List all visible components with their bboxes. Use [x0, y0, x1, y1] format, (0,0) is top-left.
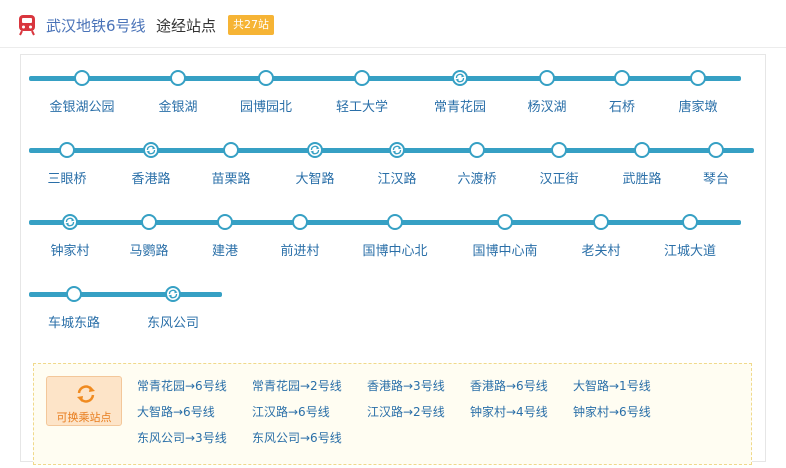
- line-title: 武汉地铁6号线: [46, 17, 146, 35]
- station[interactable]: 大智路: [295, 142, 335, 187]
- transfer-station-marker: [165, 286, 181, 302]
- station[interactable]: 钟家村: [50, 214, 90, 259]
- station-marker: [258, 70, 274, 86]
- station[interactable]: 琴台: [703, 142, 729, 187]
- station[interactable]: 国博中心南: [472, 214, 538, 259]
- station[interactable]: 江城大道: [664, 214, 716, 259]
- station[interactable]: 国博中心北: [362, 214, 428, 259]
- route-row: 金银湖公园 金银湖 园博园北 轻工大学 常青花园 杨汊湖 石桥 唐家墩: [0, 70, 786, 138]
- station-marker: [141, 214, 157, 230]
- station[interactable]: 江汉路: [377, 142, 417, 187]
- station[interactable]: 香港路: [131, 142, 171, 187]
- station-marker: [74, 70, 90, 86]
- station-marker: [387, 214, 403, 230]
- station-marker: [497, 214, 513, 230]
- station[interactable]: 东风公司: [147, 286, 199, 331]
- transfer-refresh-icon: [77, 385, 95, 403]
- station-count-badge: 共27站: [228, 15, 274, 35]
- transfer-item[interactable]: 江汉路→6号线: [252, 403, 330, 420]
- station[interactable]: 前进村: [280, 214, 320, 259]
- station-marker: [614, 70, 630, 86]
- transfer-item[interactable]: 常青花园→6号线: [137, 377, 227, 394]
- transfer-stations-button[interactable]: 可换乘站点: [46, 376, 122, 426]
- station-marker: [634, 142, 650, 158]
- transfer-item[interactable]: 钟家村→6号线: [573, 403, 651, 420]
- station[interactable]: 车城东路: [48, 286, 100, 331]
- transfer-item[interactable]: 大智路→6号线: [137, 403, 215, 420]
- transfer-icon: [146, 145, 156, 155]
- station[interactable]: 武胜路: [622, 142, 662, 187]
- station[interactable]: 杨汊湖: [527, 70, 567, 115]
- transfer-icon: [392, 145, 402, 155]
- station[interactable]: 园博园北: [240, 70, 292, 115]
- station-marker: [354, 70, 370, 86]
- station[interactable]: 苗栗路: [211, 142, 251, 187]
- line-track: [29, 292, 222, 297]
- page-subtitle: 途经站点: [156, 17, 217, 35]
- route-row: 车城东路 东风公司: [0, 286, 786, 354]
- transfer-icon: [65, 217, 75, 227]
- station-marker: [682, 214, 698, 230]
- transfer-button-label: 可换乘站点: [56, 411, 112, 424]
- station-marker: [59, 142, 75, 158]
- transfer-item[interactable]: 东风公司→3号线: [137, 429, 227, 446]
- transfer-item[interactable]: 钟家村→4号线: [470, 403, 548, 420]
- transfer-item[interactable]: 大智路→1号线: [573, 377, 651, 394]
- station[interactable]: 三眼桥: [47, 142, 87, 187]
- station-marker: [551, 142, 567, 158]
- station-marker: [170, 70, 186, 86]
- station[interactable]: 石桥: [609, 70, 635, 115]
- transfer-item[interactable]: 香港路→3号线: [367, 377, 445, 394]
- route-row: 钟家村 马鹦路 建港 前进村 国博中心北 国博中心南 老关村 江城大道: [0, 214, 786, 282]
- station-marker: [292, 214, 308, 230]
- line-track: [29, 220, 741, 225]
- transfer-station-marker: [143, 142, 159, 158]
- station[interactable]: 汉正街: [539, 142, 579, 187]
- station[interactable]: 金银湖公园: [49, 70, 115, 115]
- transfer-icon: [168, 289, 178, 299]
- page: 武汉地铁6号线 途经站点 共27站 金银湖公园 金银湖 园博园北 轻工大学 常青花园 杨汊…: [0, 0, 786, 468]
- station[interactable]: 老关村: [581, 214, 621, 259]
- station-marker: [539, 70, 555, 86]
- station-marker: [469, 142, 485, 158]
- station[interactable]: 建港: [212, 214, 238, 259]
- station-name[interactable]: 唐家墩: [638, 96, 758, 115]
- station-marker: [708, 142, 724, 158]
- transfer-icon: [455, 73, 465, 83]
- station[interactable]: 马鹦路: [129, 214, 169, 259]
- station-name[interactable]: 东风公司: [113, 312, 233, 331]
- station[interactable]: 常青花园: [434, 70, 486, 115]
- transfer-item[interactable]: 香港路→6号线: [470, 377, 548, 394]
- station-marker: [66, 286, 82, 302]
- station[interactable]: 六渡桥: [457, 142, 497, 187]
- transfer-station-marker: [307, 142, 323, 158]
- transfer-item[interactable]: 东风公司→6号线: [252, 429, 342, 446]
- line-track: [29, 76, 741, 81]
- station[interactable]: 金银湖: [158, 70, 198, 115]
- station[interactable]: 轻工大学: [336, 70, 388, 115]
- station-name[interactable]: 琴台: [656, 168, 776, 187]
- transfer-station-marker: [389, 142, 405, 158]
- transfer-item[interactable]: 江汉路→2号线: [367, 403, 445, 420]
- station-name[interactable]: 国博中心北: [335, 240, 455, 259]
- transfer-station-marker: [452, 70, 468, 86]
- station-marker: [223, 142, 239, 158]
- station-marker: [593, 214, 609, 230]
- transfer-info-box: 可换乘站点 常青花园→6号线 常青花园→2号线 香港路→3号线 香港路→6号线 大智路→…: [33, 363, 752, 465]
- station-marker: [217, 214, 233, 230]
- station-name[interactable]: 江城大道: [630, 240, 750, 259]
- transfer-icon: [310, 145, 320, 155]
- metro-train-icon: [19, 15, 35, 36]
- station-marker: [690, 70, 706, 86]
- transfer-station-marker: [62, 214, 78, 230]
- header: 武汉地铁6号线 途经站点 共27站: [0, 0, 786, 48]
- route-row: 三眼桥 香港路 苗栗路 大智路 江汉路 六渡桥 汉正街 武胜路 琴台: [0, 142, 786, 210]
- transfer-item[interactable]: 常青花园→2号线: [252, 377, 342, 394]
- station[interactable]: 唐家墩: [678, 70, 718, 115]
